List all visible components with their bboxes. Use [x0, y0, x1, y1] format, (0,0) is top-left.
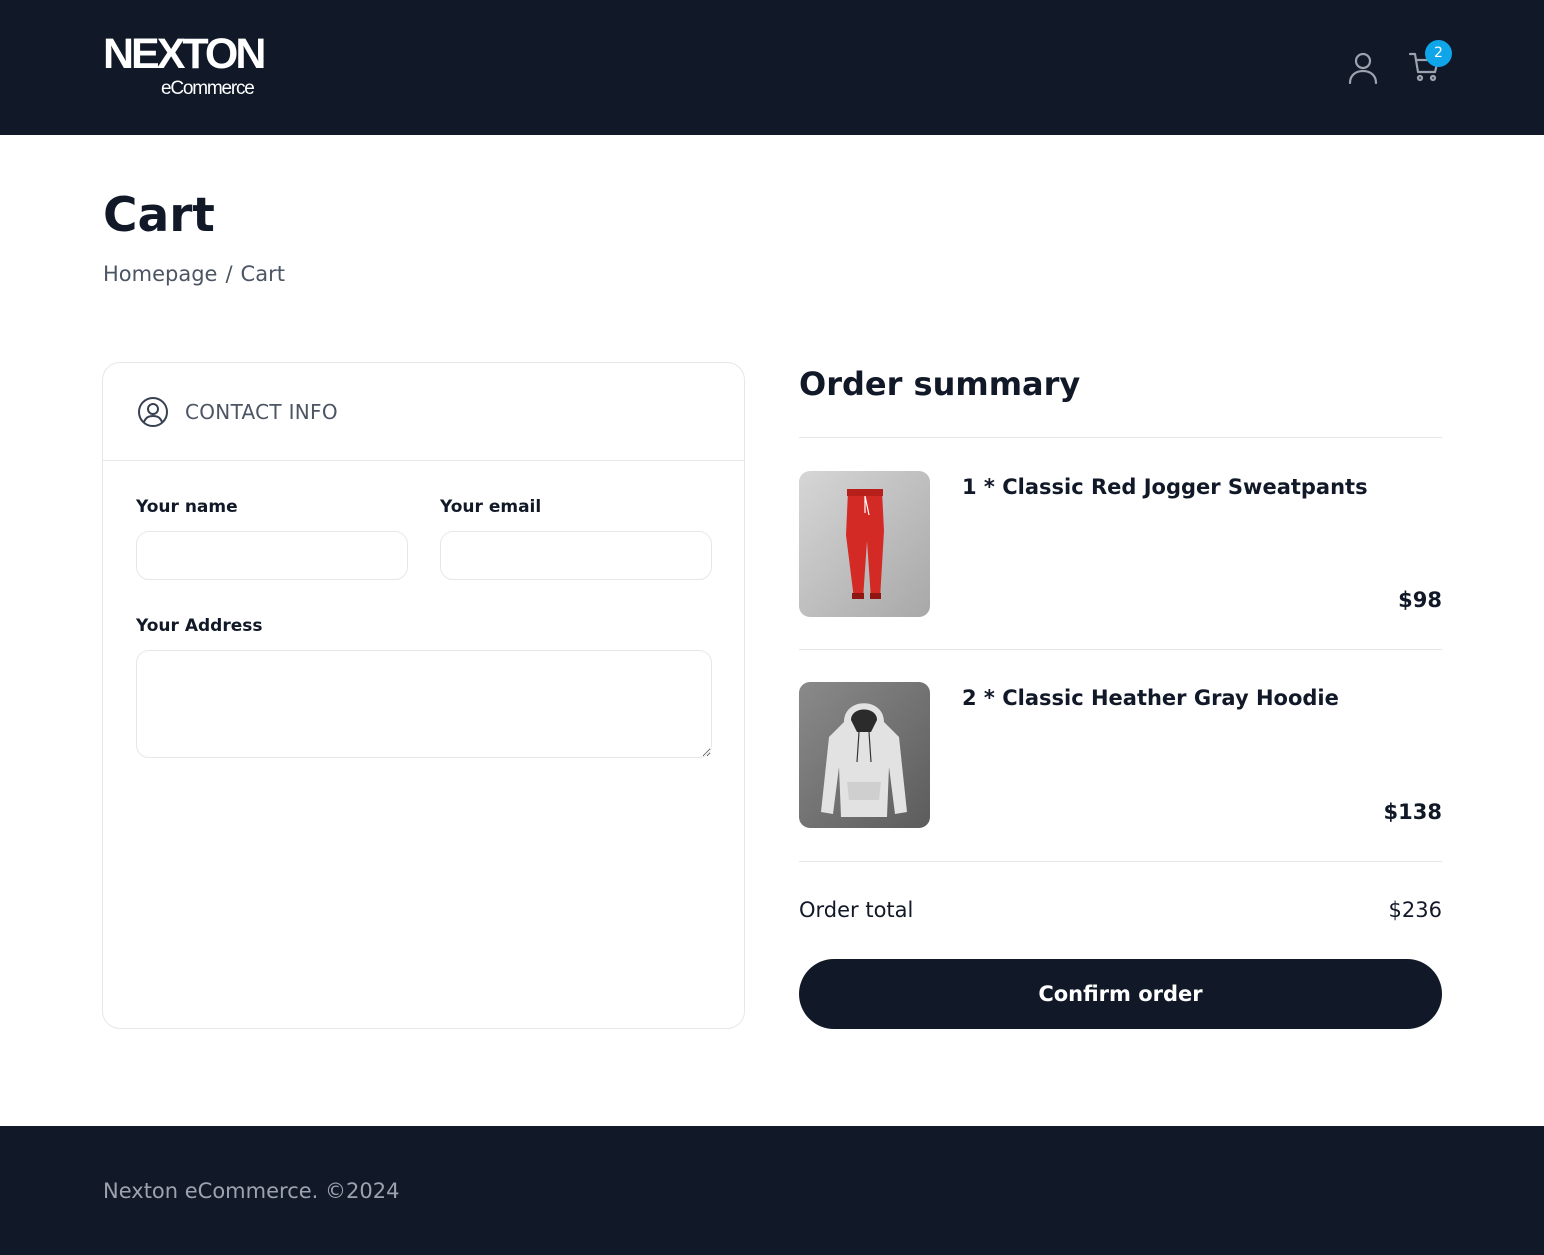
- contact-info-title: CONTACT INFO: [185, 400, 338, 424]
- breadcrumb-home-link[interactable]: Homepage: [103, 262, 217, 286]
- confirm-order-button[interactable]: Confirm order: [799, 959, 1442, 1029]
- summary-divider: [799, 437, 1442, 438]
- name-label: Your name: [136, 497, 238, 517]
- logo-tagline: eCommerce: [161, 78, 255, 99]
- cart-item-price: $138: [1383, 800, 1442, 824]
- gray-hoodie-image: [799, 682, 930, 828]
- site-footer: Nexton eCommerce. ©2024: [0, 1126, 1544, 1255]
- cart-count-badge: 2: [1425, 40, 1452, 67]
- order-summary-title: Order summary: [799, 365, 1081, 403]
- footer-copyright: Nexton eCommerce. ©2024: [103, 1179, 400, 1203]
- item-divider: [799, 649, 1442, 650]
- breadcrumb-current: Cart: [240, 262, 285, 286]
- contact-info-card: CONTACT INFO Your name Your email Your A…: [102, 362, 745, 1029]
- email-label: Your email: [440, 497, 542, 517]
- address-label: Your Address: [136, 616, 263, 636]
- address-textarea[interactable]: [136, 650, 712, 758]
- item-divider: [799, 861, 1442, 862]
- user-circle-icon: [138, 397, 168, 427]
- account-button[interactable]: [1346, 50, 1380, 85]
- brand-logo[interactable]: NEXTON eCommerce: [103, 32, 273, 102]
- order-total-label: Order total: [799, 898, 914, 922]
- page-title: Cart: [103, 188, 215, 243]
- logo-wordmark: NEXTON: [103, 30, 266, 78]
- red-jogger-sweatpants-image: [799, 471, 930, 617]
- site-header: NEXTON eCommerce 2: [0, 0, 1544, 135]
- email-input[interactable]: [440, 531, 712, 580]
- order-total-value: $236: [1388, 898, 1442, 922]
- name-input[interactable]: [136, 531, 408, 580]
- breadcrumb-separator: /: [225, 262, 233, 286]
- cart-item-name[interactable]: 2 * Classic Heather Gray Hoodie: [962, 683, 1339, 713]
- cart-item-name[interactable]: 1 * Classic Red Jogger Sweatpants: [962, 472, 1368, 502]
- cart-item-price: $98: [1398, 588, 1442, 612]
- breadcrumb: Homepage / Cart: [103, 260, 285, 288]
- user-icon: [1348, 52, 1378, 85]
- contact-info-header: CONTACT INFO: [103, 363, 744, 461]
